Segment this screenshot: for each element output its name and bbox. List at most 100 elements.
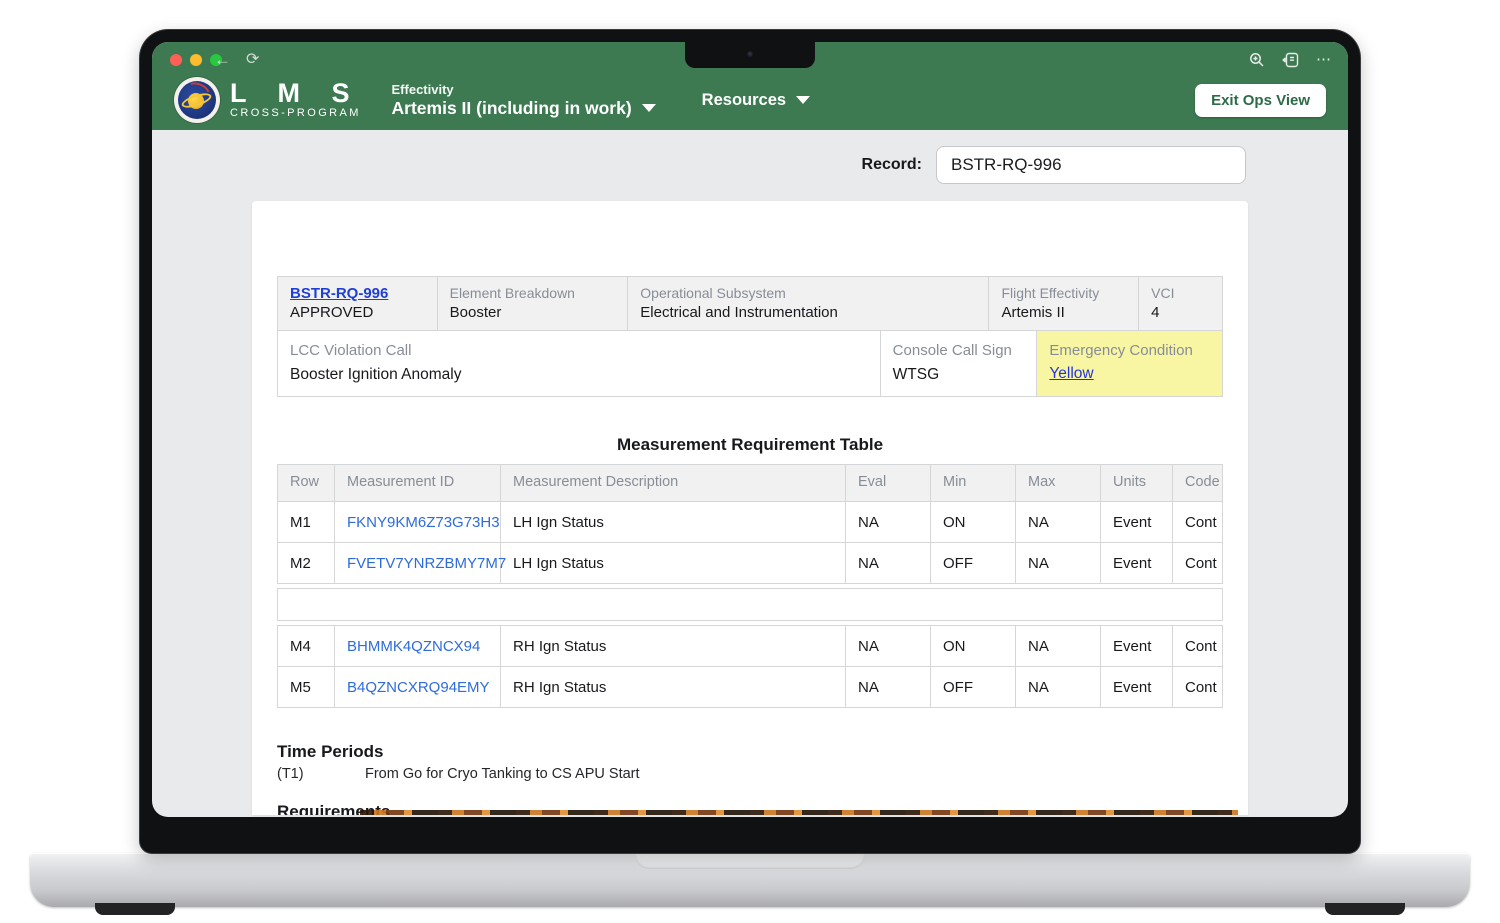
measurement-description: RH Ign Status [501,626,846,666]
camera-icon [747,51,753,57]
resources-label: Resources [702,91,786,110]
overflow-menu-icon[interactable]: ⋯ [1316,50,1332,70]
measurement-table-empty-row [277,588,1223,621]
console-call-sign-label: Console Call Sign [893,341,1025,361]
units-value: Event [1101,502,1173,542]
minimize-window-button[interactable] [190,54,202,66]
measurement-table-header: Row Measurement ID Measurement Descripti… [278,465,1222,501]
record-id-cell: BSTR-RQ-996 APPROVED [278,277,438,330]
units-value: Event [1101,626,1173,666]
cutoff-content-strip [360,810,1238,815]
emergency-condition-link[interactable]: Yellow [1049,365,1093,382]
units-value: Event [1101,543,1173,583]
app-name: L M S [230,80,362,106]
col-eval: Eval [846,465,931,501]
code-value: Cont [1173,626,1222,666]
emergency-condition-label: Emergency Condition [1049,341,1210,361]
element-breakdown-label: Element Breakdown [450,284,616,303]
element-breakdown-cell: Element Breakdown Booster [438,277,629,330]
col-row: Row [278,465,335,501]
operational-subsystem-label: Operational Subsystem [640,284,976,303]
agency-seal-icon [174,77,220,123]
row-id: M2 [278,543,335,583]
record-bar: Record: [152,130,1348,184]
table-row-m2: M2 FVETV7YNRZBMY7M7 LH Ign Status NA OFF… [278,542,1222,583]
col-units: Units [1101,465,1173,501]
refresh-icon[interactable]: ⟳ [246,49,259,71]
resources-dropdown[interactable]: Resources [702,91,810,110]
lcc-violation-value: Booster Ignition Anomaly [290,365,868,385]
record-id-link[interactable]: BSTR-RQ-996 [290,284,388,303]
notch [685,42,815,68]
table-row-m4: M4 BHMMK4QZNCX94 RH Ign Status NA ON NA … [278,626,1222,666]
col-measurement-id: Measurement ID [335,465,501,501]
min-value: OFF [931,543,1016,583]
measurement-table-title: Measurement Requirement Table [277,434,1223,456]
vci-value: 4 [1151,303,1210,323]
row-id: M5 [278,667,335,707]
min-value: ON [931,626,1016,666]
measurement-id-link[interactable]: FKNY9KM6Z73G73H3 [347,514,500,531]
time-period-description: From Go for Cryo Tanking to CS APU Start [365,765,640,784]
min-value: ON [931,502,1016,542]
record-label: Record: [862,156,922,174]
col-measurement-description: Measurement Description [501,465,846,501]
table-row-m5: M5 B4QZNCXRQ94EMY RH Ign Status NA OFF N… [278,666,1222,707]
measurement-id-link[interactable]: BHMMK4QZNCX94 [347,638,480,655]
table-row-m1: M1 FKNY9KM6Z73G73H3 LH Ign Status NA ON … [278,501,1222,542]
measurement-id-link[interactable]: FVETV7YNRZBMY7M7 [347,555,506,572]
info-row-2: LCC Violation Call Booster Ignition Anom… [278,330,1222,396]
console-call-sign-cell: Console Call Sign WTSG [881,331,1038,396]
operational-subsystem-cell: Operational Subsystem Electrical and Ins… [628,277,989,330]
effectivity-value: Artemis II (including in work) [392,97,632,119]
lcc-violation-cell: LCC Violation Call Booster Ignition Anom… [278,331,881,396]
zoom-search-icon[interactable] [1249,52,1265,68]
eval-value: NA [846,502,931,542]
code-value: Cont [1173,543,1222,583]
time-periods-heading: Time Periods [277,742,1223,762]
min-value: OFF [931,667,1016,707]
eval-value: NA [846,626,931,666]
measurement-description: LH Ign Status [501,502,846,542]
emergency-condition-cell: Emergency Condition Yellow [1037,331,1222,396]
record-card: BSTR-RQ-996 APPROVED Element Breakdown B… [252,201,1248,815]
time-period-item: (T1) From Go for Cryo Tanking to CS APU … [277,765,1223,784]
record-input[interactable] [936,146,1246,184]
effectivity-label: Effectivity [392,82,656,97]
effectivity-dropdown[interactable]: Effectivity Artemis II (including in wor… [392,82,656,119]
measurement-description: LH Ign Status [501,543,846,583]
col-code: Code [1173,465,1222,501]
max-value: NA [1016,667,1101,707]
screen: ← ⟳ [152,42,1348,817]
laptop-foot-left [95,903,175,915]
measurement-id-link[interactable]: B4QZNCXRQ94EMY [347,679,490,696]
max-value: NA [1016,543,1101,583]
header-brand-row: L M S CROSS-PROGRAM Effectivity Artemis … [152,70,1348,130]
close-window-button[interactable] [170,54,182,66]
flight-effectivity-cell: Flight Effectivity Artemis II [989,277,1139,330]
flight-effectivity-value: Artemis II [1001,303,1126,323]
max-value: NA [1016,502,1101,542]
col-max: Max [1016,465,1101,501]
row-id: M1 [278,502,335,542]
app-logo: L M S CROSS-PROGRAM [174,77,362,123]
operational-subsystem-value: Electrical and Instrumentation [640,303,976,323]
flight-effectivity-label: Flight Effectivity [1001,284,1126,303]
vci-cell: VCI 4 [1139,277,1222,330]
chevron-down-icon [642,104,656,112]
chevron-down-icon [796,96,810,104]
exit-ops-view-button[interactable]: Exit Ops View [1195,84,1326,117]
eval-value: NA [846,667,931,707]
laptop-lid-groove [635,853,865,869]
eval-value: NA [846,543,931,583]
laptop-screen: ← ⟳ [140,30,1360,853]
lcc-violation-label: LCC Violation Call [290,341,868,361]
time-period-id: (T1) [277,765,365,784]
back-icon[interactable]: ← [214,49,231,71]
record-status: APPROVED [290,303,425,323]
measurement-description: RH Ign Status [501,667,846,707]
app-subname: CROSS-PROGRAM [230,107,362,120]
translate-icon[interactable] [1282,52,1299,68]
measurement-table: Row Measurement ID Measurement Descripti… [277,464,1223,584]
units-value: Event [1101,667,1173,707]
